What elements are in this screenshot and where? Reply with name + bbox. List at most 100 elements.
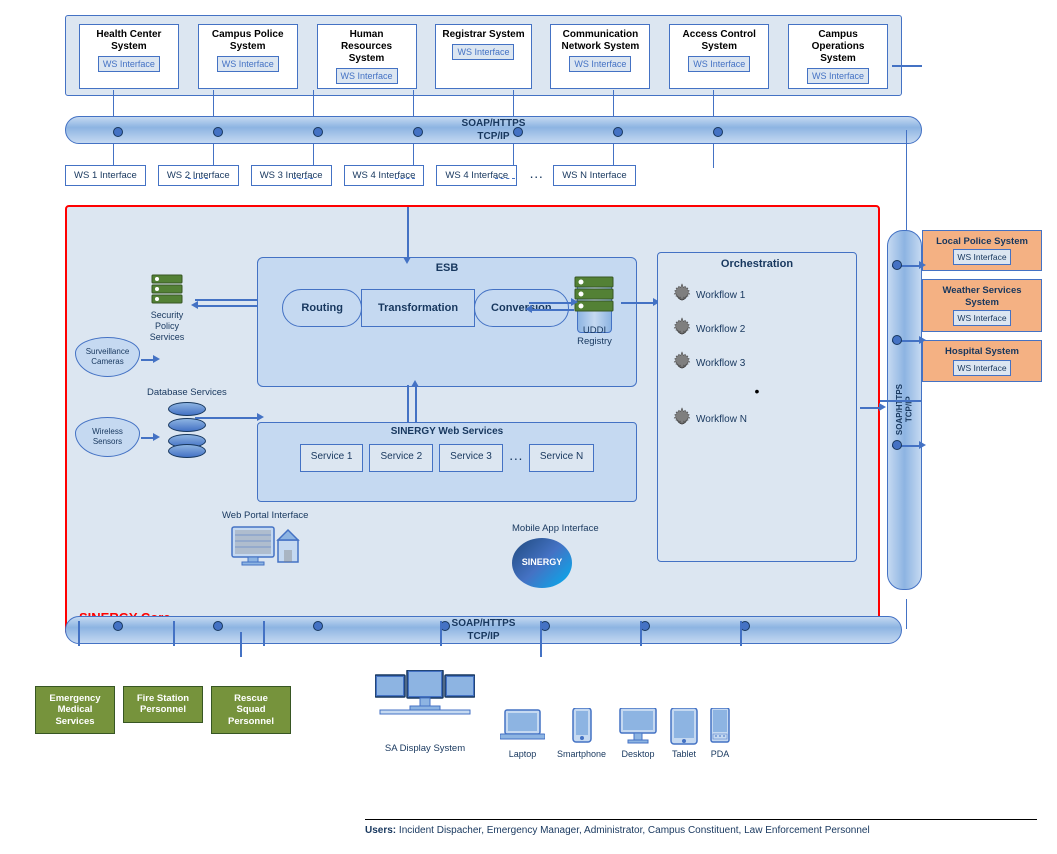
top-pipe-container: SOAP/HTTPS TCP/IP [65,116,922,144]
esb-to-sec-arrow [195,305,260,307]
users-label: Users: [365,825,396,836]
pipe-dot-2 [213,127,223,137]
db-services-label: Database Services [147,387,227,398]
human-resources-title: Human Resources System [324,29,410,65]
system-human-resources: Human Resources System WS Interface [317,24,417,89]
registrar-title: Registrar System [442,29,524,41]
core-to-rpipe [880,400,922,402]
bpipe-to-rescue [263,621,265,646]
workflow-3-item: Workflow 3 [668,349,846,377]
rescue-squad-title: Rescue Squad Personnel [220,693,282,727]
campus-operations-ws: WS Interface [807,68,869,84]
communication-ws: WS Interface [569,56,631,72]
uddi-esb-arrowhead [525,305,532,313]
server-icon-group [147,267,187,307]
users-bar: Users: Incident Dispacher, Emergency Man… [365,819,1037,836]
mobile-app-group: Mobile App Interface SINERGY [512,523,599,588]
workflow-2-label: Workflow 2 [696,324,745,335]
surveillance-cameras-group: SurveillanceCameras [75,337,140,377]
human-resources-ws: WS Interface [336,68,398,84]
lp-arrowhead [919,261,926,269]
main-wrapper: Health Center System WS Interface Campus… [10,10,1047,844]
gear-icon-2 [668,315,696,343]
communication-title: Communication Network System [557,29,643,53]
dash-2 [293,178,313,179]
bpipe-dot-1 [113,621,123,631]
workflow-n-label: Workflow N [696,414,747,425]
orch-to-pipe-arrow [860,407,882,409]
tablet-label: Tablet [670,749,698,759]
dash-1 [188,178,208,179]
database-services-group: Database Services [147,387,227,458]
bpipe-to-fire [173,621,175,646]
esb-transformation: Transformation [361,289,475,327]
vconn-2 [213,90,214,118]
smartphone-icon [571,708,593,746]
laptop-label: Laptop [500,749,545,759]
sinergy-logo: SINERGY [512,538,572,588]
sa-display-label: SA Display System [375,743,475,754]
uddi-label: UDDIRegistry [572,325,617,348]
services-ellipsis: ··· [509,444,523,472]
gear-icon-3 [668,349,696,377]
rescue-squad-box: Rescue Squad Personnel [211,686,291,734]
sinergy-logo-text: SINERGY [522,558,563,568]
campus-operations-title: Campus Operations System [795,29,881,65]
smartphone-group: Smartphone [557,708,606,759]
bpipe-dot-4 [440,621,450,631]
bpipe-dot-3 [313,621,323,631]
sinergy-ws-label: SINERGY Web Services [258,423,636,440]
top-systems-region: Health Center System WS Interface Campus… [65,15,902,96]
mobile-app-label: Mobile App Interface [512,523,599,534]
bpipe-to-smartphone [640,621,642,646]
service-1: Service 1 [300,444,364,472]
weather-arrowhead [919,336,926,344]
pipe-dot-6 [613,127,623,137]
esb-to-uddi-arrow [529,302,574,304]
vconn-1 [113,90,114,118]
right-system-weather: Weather Services System WS Interface [922,279,1042,332]
bottom-devices-row: Laptop Smartphone Desktop [500,708,730,759]
security-policy-group: SecurityPolicyServices [147,267,187,342]
db-disk-1 [168,402,206,416]
tablet-group: Tablet [670,708,698,759]
esb-conversion: Conversion [474,289,569,327]
bpipe-dot-7 [740,621,750,631]
workflow-ellipsis: • [658,383,856,399]
right-systems-group: Local Police System WS Interface Weather… [922,230,1042,390]
top-pipe-to-rpipe [906,130,908,230]
pipe-dot-3 [313,127,323,137]
surv-arrow [141,359,156,361]
service-n: Service N [529,444,594,472]
pipe-dot-7 [713,127,723,137]
bottom-pipe-label: SOAP/HTTPS TCP/IP [452,617,516,643]
right-system-local-police: Local Police System WS Interface [922,230,1042,271]
system-communication: Communication Network System WS Interfac… [550,24,650,89]
bpipe-to-sa [440,621,442,646]
dash-3 [395,178,415,179]
bottom-pipe: SOAP/HTTPS TCP/IP [65,616,902,644]
sa-display-group: SA Display System [375,670,475,754]
local-police-ws: WS Interface [953,249,1010,265]
workflow-2-item: Workflow 2 [668,315,846,343]
vconn-7 [713,90,714,118]
core-bottom-conn1 [240,632,242,657]
esb-sec-arrowhead [191,301,198,309]
vconn-5 [513,90,514,118]
hospital-title: Hospital System [928,346,1036,357]
ws-iface-2: WS 2 Interface [158,165,239,186]
ws-iface-4: WS 4 Interface [344,165,425,186]
workflow-1-item: Workflow 1 [668,281,846,309]
ws-iface-n: WS N Interface [553,165,635,186]
pipe-dot-5 [513,127,523,137]
services-row: Service 1 Service 2 Service 3 ··· Servic… [258,444,636,472]
fire-station-title: Fire Station Personnel [132,693,194,716]
gear-icon-1 [668,281,696,309]
web-portal-label: Web Portal Interface [222,510,308,521]
ws-ellipsis: ··· [529,168,543,184]
service-2: Service 2 [369,444,433,472]
local-police-title: Local Police System [928,236,1036,247]
system-registrar: Registrar System WS Interface [435,24,531,89]
bpipe-dot-2 [213,621,223,631]
rpipe-dot-3 [892,440,902,450]
